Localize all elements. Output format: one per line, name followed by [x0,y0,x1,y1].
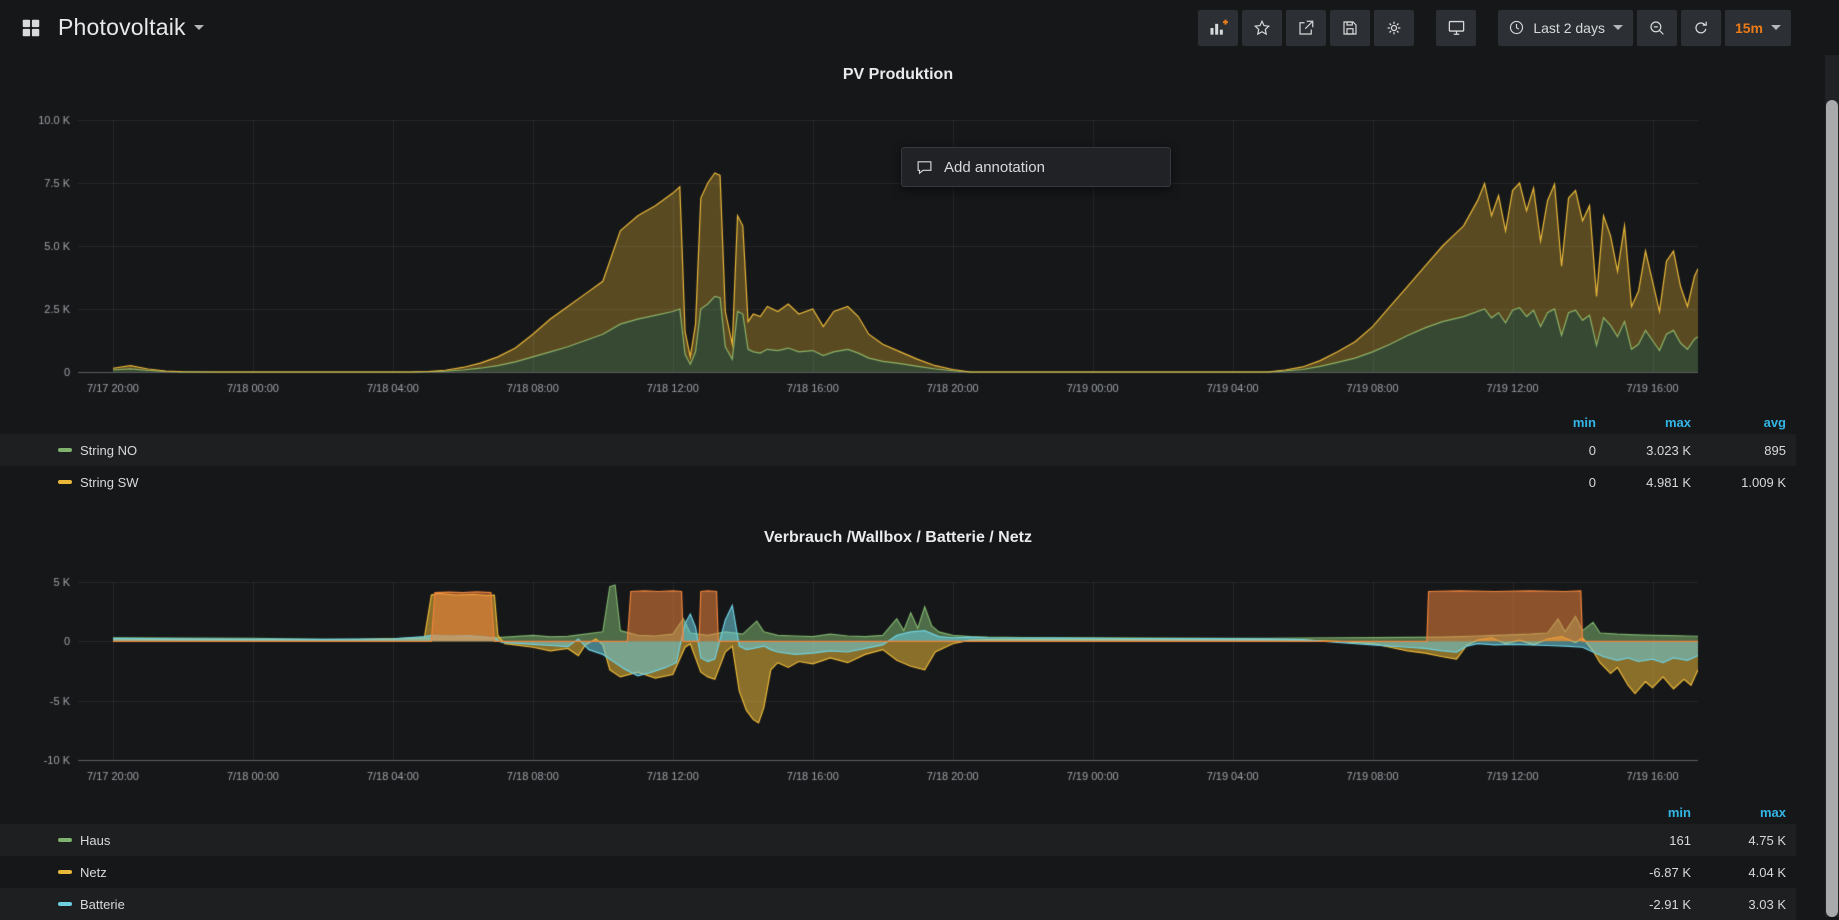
series-min: -2.91 K [1596,897,1691,912]
caret-down-icon [1771,25,1781,30]
dashboard-title-dropdown[interactable]: Photovoltaik [58,14,204,41]
scrollbar-thumb[interactable] [1826,100,1838,917]
caret-down-icon [194,25,204,30]
series-name: Batterie [80,897,125,912]
series-name: String SW [80,475,139,490]
refresh-icon [1692,19,1710,37]
gear-icon [1385,19,1403,37]
legend-col-max: max [1596,415,1691,430]
series-avg: 1.009 K [1691,475,1786,490]
legend-row-string-sw[interactable]: String SW 0 4.981 K 1.009 K [0,466,1796,498]
save-icon [1341,19,1359,37]
panel-title-pv-produktion[interactable]: PV Produktion [0,66,1796,84]
verbrauch-chart[interactable] [10,560,1710,805]
series-name: Netz [80,865,107,880]
series-max: 4.75 K [1691,833,1786,848]
series-swatch [58,902,72,906]
vb-legend-header: min max [0,800,1796,824]
legend-col-max: max [1691,805,1786,820]
pv-produktion-chart[interactable] [10,105,1710,405]
dashboard-title: Photovoltaik [58,14,186,41]
verbrauch-legend: min max Haus 161 4.75 K Netz -6.87 K 4.0… [0,800,1796,920]
legend-row-haus[interactable]: Haus 161 4.75 K [0,824,1796,856]
legend-row-string-no[interactable]: String NO 0 3.023 K 895 [0,434,1796,466]
dashboard-grid-icon[interactable] [18,15,44,41]
zoom-out-button[interactable] [1637,10,1677,46]
series-max: 3.023 K [1596,443,1691,458]
settings-button[interactable] [1374,10,1414,46]
series-swatch [58,480,72,484]
legend-row-batterie[interactable]: Batterie -2.91 K 3.03 K [0,888,1796,920]
time-range-button[interactable]: Last 2 days [1498,10,1633,46]
zoom-out-icon [1648,19,1666,37]
series-swatch [58,448,72,452]
pv-legend-header: min max avg [0,410,1796,434]
navbar-left: Photovoltaik [18,14,204,41]
series-max: 4.981 K [1596,475,1691,490]
clock-icon [1508,19,1525,36]
legend-col-min: min [1501,415,1596,430]
panel-title-verbrauch[interactable]: Verbrauch /Wallbox / Batterie / Netz [0,529,1796,547]
star-icon [1256,21,1270,34]
series-min: -6.87 K [1596,865,1691,880]
series-max: 4.04 K [1691,865,1786,880]
save-button[interactable] [1330,10,1370,46]
refresh-interval-label: 15m [1735,20,1763,36]
add-annotation-label: Add annotation [944,159,1045,176]
add-annotation-menu-item[interactable]: Add annotation [901,147,1171,187]
series-swatch [58,870,72,874]
navbar-right: Last 2 days 15m [1198,10,1791,46]
series-min: 161 [1596,833,1691,848]
refresh-interval-button[interactable]: 15m [1725,10,1791,46]
tv-mode-icon [1447,18,1466,37]
share-button[interactable] [1286,10,1326,46]
series-max: 3.03 K [1691,897,1786,912]
series-avg: 895 [1691,443,1786,458]
refresh-button[interactable] [1681,10,1721,46]
scrollbar-track[interactable] [1825,55,1839,917]
add-panel-button[interactable] [1198,10,1238,46]
series-min: 0 [1501,475,1596,490]
legend-col-min: min [1596,805,1691,820]
series-name: Haus [80,833,110,848]
tv-mode-button[interactable] [1436,10,1476,46]
series-name: String NO [80,443,137,458]
series-min: 0 [1501,443,1596,458]
star-button[interactable] [1242,10,1282,46]
legend-col-avg: avg [1691,415,1786,430]
time-range-label: Last 2 days [1533,20,1605,36]
pv-legend: min max avg String NO 0 3.023 K 895 Stri… [0,410,1796,498]
legend-row-netz[interactable]: Netz -6.87 K 4.04 K [0,856,1796,888]
top-navbar: Photovoltaik [0,0,1839,55]
comment-icon [916,159,933,176]
share-icon [1297,19,1315,37]
series-swatch [58,838,72,842]
caret-down-icon [1613,25,1623,30]
